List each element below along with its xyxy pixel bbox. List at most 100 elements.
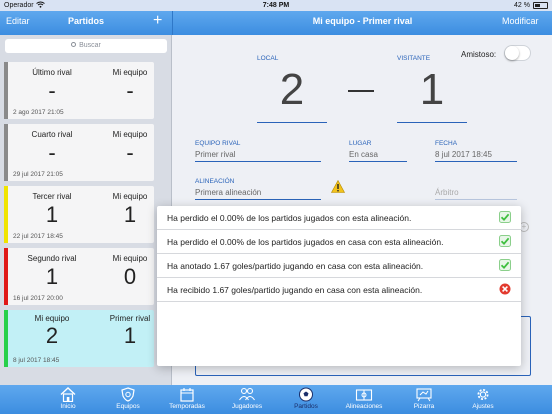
field-icon [355,389,373,401]
local-score-underline [257,122,327,123]
away-team: Mi equipo [112,254,148,263]
lineup-underline [195,199,321,200]
friendly-label: Amistoso: [461,50,497,59]
match-title: Mi equipo - Primer rival [312,16,413,26]
result-color-bar [4,62,8,119]
tab-jugadores[interactable]: Jugadores [225,385,269,414]
place-field[interactable]: En casa [349,150,378,159]
stat-text: Ha anotado 1.67 goles/partido jugando en… [167,261,424,271]
tab-label: Jugadores [231,403,263,410]
tab-partidos[interactable]: Partidos [286,385,326,414]
tab-pizarra[interactable]: Pizarra [406,385,442,414]
tab-label: Ajustes [472,403,494,410]
check-icon [499,259,511,271]
shield-icon [121,387,135,402]
score-separator [348,90,374,92]
local-score[interactable]: 2 [257,65,327,115]
away-team: Mi equipo [112,68,148,77]
tab-inicio[interactable]: Inicio [50,385,86,414]
result-color-bar [4,124,8,181]
friendly-toggle[interactable] [504,45,531,61]
visitor-label: VISITANTE [397,55,431,62]
tab-label: Pizarra [413,403,435,410]
match-date: 22 jul 2017 18:45 [13,233,63,240]
stat-text: Ha perdido el 0.00% de los partidos juga… [167,237,444,247]
match-date: 8 jul 2017 18:45 [13,357,60,364]
rival-underline [195,161,321,162]
navigation-bar: Editar Partidos + Mi equipo - Primer riv… [0,11,552,35]
modify-button[interactable]: Modificar [502,16,539,26]
players-icon [239,387,255,401]
match-row-selected[interactable]: Mi equipo Primer rival 2 1 8 jul 2017 18… [4,310,154,367]
match-row[interactable]: Cuarto rival Mi equipo - - 29 jul 2017 2… [4,124,154,181]
clock: 7:48 PM [262,2,290,9]
stat-text: Ha perdido el 0.00% de los partidos juga… [167,213,412,223]
date-underline [435,161,517,162]
add-match-button[interactable]: + [153,12,162,30]
place-label: LUGAR [349,140,372,147]
tab-label: Alineaciones [345,403,383,410]
home-team: Segundo rival [27,254,77,263]
home-score: 1 [45,264,59,289]
gear-icon [477,389,489,400]
match-date: 2 ago 2017 21:05 [13,109,64,116]
warning-icon[interactable] [331,180,345,193]
tab-alineaciones[interactable]: Alineaciones [340,385,388,414]
referee-field[interactable]: Árbitro [435,188,459,197]
rival-label: EQUIPO RIVAL [195,140,241,147]
place-underline [349,161,407,162]
away-score: - [126,78,134,103]
home-team: Tercer rival [32,192,72,201]
away-team: Primer rival [109,314,151,323]
local-label: LOCAL [257,55,279,62]
match-date: 16 jul 2017 20:00 [13,295,63,302]
tab-label: Temporadas [169,403,205,410]
lineup-stats-popover: Ha perdido el 0.00% de los partidos juga… [157,206,521,366]
house-icon [60,387,76,402]
lineup-field[interactable]: Primera alineación [195,188,261,197]
match-row[interactable]: Segundo rival Mi equipo 1 0 16 jul 2017 … [4,248,154,305]
lineup-label: ALINEACIÓN [195,178,235,185]
away-team: Mi equipo [112,192,148,201]
tab-equipos[interactable]: Equipos [108,385,148,414]
battery-icon [533,2,548,9]
tab-temporadas[interactable]: Temporadas [163,385,211,414]
home-team: Cuarto rival [31,130,73,139]
date-label: FECHA [435,140,458,147]
home-score: - [48,78,56,103]
match-row[interactable]: Último rival Mi equipo - - 2 ago 2017 21… [4,62,154,119]
status-bar: Operador 7:48 PM 42 % [0,0,552,11]
home-score: - [48,140,56,165]
stat-row: Ha anotado 1.67 goles/partido jugando en… [157,254,521,278]
away-score: 0 [123,264,137,289]
tab-label: Inicio [60,403,76,410]
search-input[interactable]: Buscar [5,39,167,53]
matches-sidebar: Buscar Último rival Mi equipo - - 2 ago … [0,35,172,385]
search-placeholder: Buscar [79,42,101,49]
tab-bar: Inicio Equipos Temporadas Jugadores Part… [0,385,552,414]
match-date: 29 jul 2017 21:05 [13,171,63,178]
result-color-bar [4,248,8,305]
referee-underline [435,199,517,200]
check-icon [499,211,511,223]
toggle-knob [505,46,519,60]
edit-button[interactable]: Editar [6,16,30,26]
stat-row: Ha perdido el 0.00% de los partidos juga… [157,230,521,254]
ball-icon [299,387,313,402]
home-score: 1 [45,202,59,227]
matches-title: Partidos [67,16,104,26]
board-icon [416,388,432,402]
date-field[interactable]: 8 jul 2017 18:45 [435,150,492,159]
cross-icon [499,283,511,295]
match-row[interactable]: Tercer rival Mi equipo 1 1 22 jul 2017 1… [4,186,154,243]
tab-label: Equipos [116,403,140,410]
calendar-icon [180,388,194,402]
stat-row: Ha recibido 1.67 goles/partido jugando e… [157,278,521,302]
away-score: - [126,140,134,165]
away-score: 1 [123,323,137,348]
away-score: 1 [123,202,137,227]
tab-ajustes[interactable]: Ajustes [465,385,501,414]
tab-label: Partidos [294,403,318,410]
visitor-score[interactable]: 1 [397,65,467,115]
rival-field[interactable]: Primer rival [195,150,235,159]
